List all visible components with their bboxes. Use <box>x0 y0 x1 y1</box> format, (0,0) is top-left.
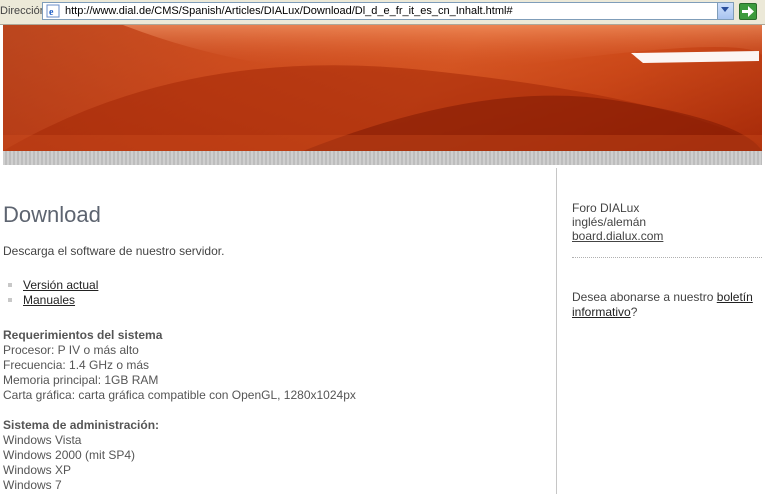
go-arrow-icon <box>742 6 754 17</box>
forum-title: Foro DIALux <box>572 201 640 215</box>
newsletter-text: Desea abonarse a nuestro <box>572 290 717 304</box>
sidebar-divider <box>572 257 762 258</box>
url-text: http://www.dial.de/CMS/Spanish/Articles/… <box>65 5 513 17</box>
banner-graphic <box>3 25 762 151</box>
forum-link[interactable]: board.dialux.com <box>572 229 663 243</box>
admin-systems: Sistema de administración: Windows Vista… <box>3 418 159 493</box>
forum-language: inglés/alemán <box>572 215 647 229</box>
address-label: Dirección <box>0 5 46 17</box>
ie-page-icon: e <box>46 4 60 18</box>
banner-stripe <box>3 151 762 165</box>
manuals-link[interactable]: Manuales <box>23 293 75 307</box>
current-version-link[interactable]: Versión actual <box>23 278 98 292</box>
os-line: Windows Vista <box>3 433 82 447</box>
bullet-icon <box>8 283 12 287</box>
newsletter-prompt: Desea abonarse a nuestro boletín informa… <box>572 290 764 320</box>
os-line: Windows 7 <box>3 478 62 492</box>
header-banner <box>3 25 762 151</box>
toolbar-edge <box>759 3 765 20</box>
requirement-line: Memoria principal: 1GB RAM <box>3 373 159 387</box>
page-title: Download <box>3 202 101 227</box>
requirements-heading: Requerimientos del sistema <box>3 328 163 342</box>
os-line: Windows 2000 (mit SP4) <box>3 448 136 462</box>
address-bar: Dirección e http://www.dial.de/CMS/Spani… <box>0 0 765 25</box>
svg-text:e: e <box>49 7 54 18</box>
url-dropdown-button[interactable] <box>717 3 733 19</box>
os-line: Windows XP <box>3 463 72 477</box>
go-button[interactable] <box>739 3 757 20</box>
bullet-icon <box>8 298 12 302</box>
url-input[interactable]: e http://www.dial.de/CMS/Spanish/Article… <box>42 2 734 20</box>
newsletter-end: ? <box>630 305 638 319</box>
requirement-line: Carta gráfica: carta gráfica compatible … <box>3 388 356 402</box>
admin-heading: Sistema de administración: <box>3 418 160 432</box>
chevron-down-icon <box>721 7 729 12</box>
column-divider <box>556 168 557 494</box>
system-requirements: Requerimientos del sistema Procesor: P I… <box>3 328 356 403</box>
requirement-line: Frecuencia: 1.4 GHz o más <box>3 358 150 372</box>
requirement-line: Procesor: P IV o más alto <box>3 343 139 357</box>
intro-text: Descarga el software de nuestro servidor… <box>3 244 225 258</box>
sidebar-forum: Foro DIALux inglés/alemán board.dialux.c… <box>572 201 762 243</box>
